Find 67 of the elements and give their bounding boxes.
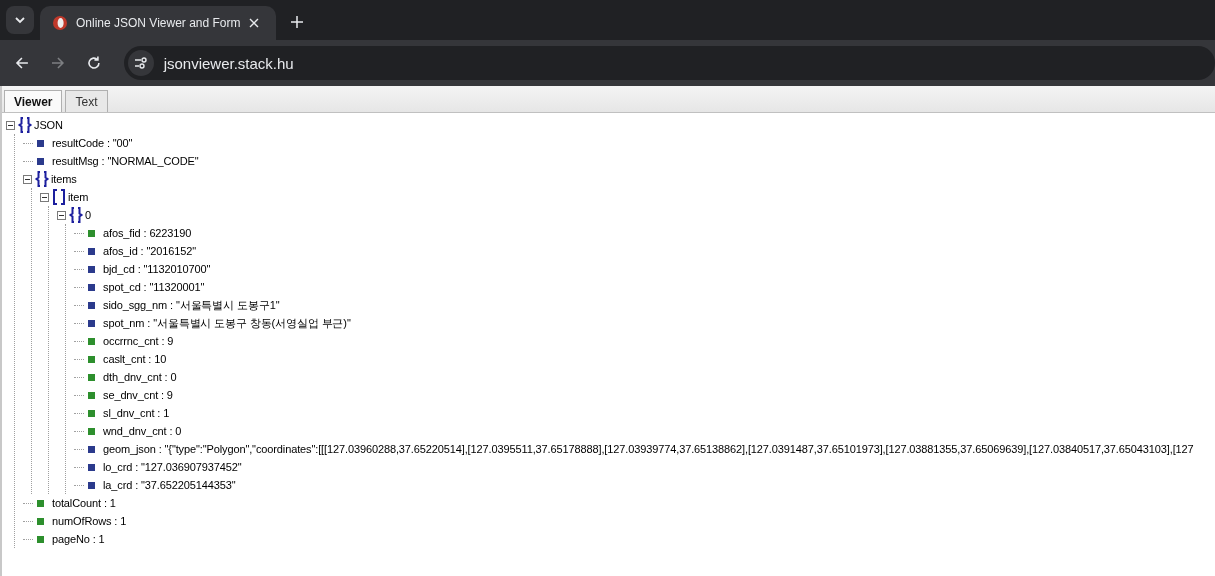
collapse-toggle[interactable] — [6, 120, 15, 130]
node-label: items — [51, 173, 77, 185]
key-value-text: resultMsg : "NORMAL_CODE" — [52, 155, 199, 167]
key-value-text: dth_dnv_cnt : 0 — [103, 371, 177, 383]
key-value-text: la_crd : "37.652205144353" — [103, 479, 236, 491]
string-value-icon — [88, 301, 95, 309]
browser-tab[interactable]: Online JSON Viewer and Form — [40, 6, 276, 40]
key-value-text: lo_crd : "127.036907937452" — [103, 461, 242, 473]
forward-icon[interactable] — [49, 55, 66, 71]
number-value-icon — [37, 517, 44, 525]
number-value-icon — [88, 337, 95, 345]
collapse-toggle[interactable] — [40, 192, 49, 202]
number-value-icon — [88, 229, 95, 237]
collapse-toggle[interactable] — [23, 174, 32, 184]
key-value-text: se_dnv_cnt : 9 — [103, 389, 173, 401]
tab-title: Online JSON Viewer and Form — [76, 16, 241, 30]
number-value-icon — [88, 391, 95, 399]
number-value-icon — [88, 373, 95, 381]
string-value-icon — [88, 265, 95, 273]
url-text: jsonviewer.stack.hu — [163, 54, 294, 72]
string-value-icon — [37, 157, 44, 165]
new-tab-icon[interactable] — [291, 16, 303, 28]
key-value-text: occrrnc_cnt : 9 — [103, 335, 174, 347]
key-value-text: spot_nm : "서울특별시 도봉구 창동(서영실업 부근)" — [103, 315, 351, 331]
string-value-icon — [88, 319, 95, 327]
view-tab[interactable]: Viewer — [4, 90, 63, 112]
ring-logo-icon — [52, 15, 68, 31]
key-value-text: sido_sgg_nm : "서울특별시 도봉구1" — [103, 297, 280, 313]
braces-icon — [68, 207, 84, 223]
key-value-text: afos_fid : 6223190 — [103, 227, 192, 239]
brackets-icon — [51, 189, 67, 205]
braces-icon — [17, 117, 33, 133]
number-value-icon — [37, 535, 44, 543]
key-value-text: resultCode : "00" — [52, 137, 133, 149]
key-value-text: caslt_cnt : 10 — [103, 353, 167, 365]
number-value-icon — [88, 427, 95, 435]
key-value-text: geom_json : "{"type":"Polygon","coordinates":[[[127.03960288,37.65220514],[127.0395511,37.65178888],[127.03939774,37.65138862],[127.0391487,37.65101973],[127.03881355,37.65069639],[127.03840517,37.65043103],[127 — [103, 443, 1194, 455]
string-value-icon — [88, 247, 95, 255]
node-label: 0 — [85, 209, 91, 221]
site-settings-icon[interactable] — [127, 50, 154, 76]
key-value-text: numOfRows : 1 — [52, 515, 127, 527]
string-value-icon — [88, 445, 95, 453]
node-label: JSON — [34, 119, 63, 131]
key-value-text: afos_id : "2016152" — [103, 245, 196, 257]
key-value-text: sl_dnv_cnt : 1 — [103, 407, 170, 419]
key-value-text: totalCount : 1 — [52, 497, 116, 509]
string-value-icon — [88, 463, 95, 471]
number-value-icon — [88, 409, 95, 417]
tab-list-button[interactable] — [6, 6, 34, 34]
chevron-down-icon — [14, 16, 26, 24]
node-label: item — [68, 191, 89, 203]
key-value-text: spot_cd : "11320001" — [103, 281, 205, 293]
key-value-text: bjd_cd : "1132010700" — [103, 263, 211, 275]
number-value-icon — [37, 499, 44, 507]
key-value-text: pageNo : 1 — [52, 533, 105, 545]
collapse-toggle[interactable] — [57, 210, 66, 220]
number-value-icon — [88, 355, 95, 363]
string-value-icon — [88, 481, 95, 489]
view-tab[interactable]: Text — [65, 90, 108, 112]
back-icon[interactable] — [14, 55, 30, 71]
string-value-icon — [37, 139, 44, 147]
braces-icon — [34, 171, 50, 187]
reload-icon[interactable] — [85, 55, 102, 71]
close-icon[interactable] — [248, 18, 259, 28]
string-value-icon — [88, 283, 95, 291]
address-bar[interactable]: jsonviewer.stack.hu — [123, 46, 1215, 80]
key-value-text: wnd_dnv_cnt : 0 — [103, 425, 182, 437]
